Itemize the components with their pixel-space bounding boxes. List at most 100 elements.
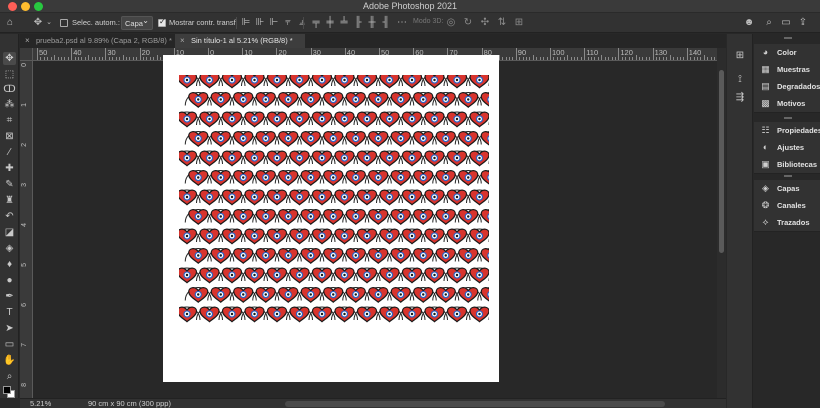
crop-tool-icon[interactable]: ⌗ — [3, 114, 16, 127]
pan-3d-icon[interactable]: ✣ — [479, 17, 491, 29]
heart-shape — [324, 327, 343, 342]
dodge-tool-icon[interactable]: ● — [3, 274, 16, 287]
distribute-vertical-icon[interactable]: ╪ — [324, 17, 336, 29]
eye-pupil — [467, 98, 470, 101]
panel-libraries[interactable]: ▣ Bibliotecas — [754, 156, 820, 173]
ruler-tick-label: 7 — [21, 343, 28, 347]
eye-pupil — [219, 176, 222, 179]
panel-swatches[interactable]: ▦ Muestras — [754, 61, 820, 78]
distribute-bottom-icon[interactable]: ╧ — [338, 17, 350, 29]
panel-gripper[interactable] — [784, 175, 792, 177]
panel-channels[interactable]: ❂ Canales — [754, 197, 820, 214]
hand-tool-icon[interactable]: ✋ — [3, 354, 16, 367]
panel-paths[interactable]: ⟡ Trazados — [754, 214, 820, 231]
eye-pupil — [208, 78, 211, 82]
zoom-tool-icon[interactable]: ⌕ — [3, 370, 16, 383]
panel-layers[interactable]: ◈ Capas — [754, 180, 820, 197]
paint-bucket-tool-icon[interactable]: ◈ — [3, 242, 16, 255]
ruler-tick — [710, 57, 712, 60]
profile-icon[interactable]: ☻ — [743, 17, 755, 29]
rectangle-tool-icon[interactable]: ▭ — [3, 338, 16, 351]
distribute-top-icon[interactable]: ╤ — [310, 17, 322, 29]
eye-pupil — [309, 137, 312, 140]
tab-prueba2[interactable]: × prueba2.psd al 9.89% (Capa 2, RGB/8) * — [20, 34, 175, 48]
heart-shape — [211, 327, 230, 342]
align-top-edges-icon[interactable]: ⫧ — [282, 17, 294, 29]
roll-3d-icon[interactable]: ↻ — [462, 17, 474, 29]
zoom-level[interactable]: 5.21% — [30, 399, 51, 408]
eye-ring — [465, 330, 471, 336]
eraser-tool-icon[interactable]: ◪ — [3, 226, 16, 239]
path-selection-tool-icon[interactable]: ➤ — [3, 322, 16, 335]
eyedropper-tool-icon[interactable]: ⁄ — [3, 146, 16, 159]
horizontal-scrollbar[interactable] — [285, 401, 665, 407]
close-tab-icon[interactable]: × — [25, 34, 30, 48]
slide-3d-icon[interactable]: ⇅ — [496, 17, 508, 29]
search-icon[interactable]: ⌕ — [763, 17, 775, 29]
foreground-color-swatch[interactable] — [3, 386, 11, 394]
workspace-icon[interactable]: ▭ — [780, 17, 792, 29]
auto-select-target-dropdown[interactable]: Capa — [121, 16, 153, 30]
chevron-down-icon[interactable]: ⌄ — [43, 17, 55, 29]
magic-wand-tool-icon[interactable]: ⁂ — [3, 98, 16, 111]
more-options-icon[interactable]: ⋯ — [396, 17, 408, 29]
panel-gripper[interactable] — [784, 117, 792, 119]
eye-pupil — [265, 332, 267, 334]
pen-tool-icon[interactable]: ✒ — [3, 290, 16, 303]
brush-tool-icon[interactable]: ✎ — [3, 178, 16, 191]
eye-pupil — [208, 117, 211, 121]
history-icon[interactable]: ⊞ — [734, 50, 746, 62]
eye-pupil — [399, 293, 402, 296]
move-tool-icon[interactable]: ✥ — [3, 52, 16, 65]
vertical-scrollbar[interactable] — [717, 48, 726, 398]
character-icon[interactable]: ⇶ — [734, 92, 746, 104]
distribute-horizontal-icon[interactable]: ╫ — [366, 17, 378, 29]
brush-settings-icon[interactable]: ⟟ — [734, 74, 746, 86]
eye-pupil — [185, 78, 189, 82]
panel-label: Motivos — [777, 99, 806, 108]
panel-properties[interactable]: ☷ Propiedades — [754, 122, 820, 139]
distribute-right-icon[interactable]: ╢ — [380, 17, 392, 29]
panel-adjustments[interactable]: ◐ Ajustes — [754, 139, 820, 156]
auto-select-checkbox[interactable] — [60, 19, 68, 27]
history-brush-tool-icon[interactable]: ↶ — [3, 210, 16, 223]
panel-patterns[interactable]: ▩ Motivos — [754, 95, 820, 112]
align-vertical-centers-icon[interactable]: ⫨ — [296, 17, 308, 29]
marquee-tool-icon[interactable]: ⬚ — [3, 68, 16, 81]
scale-3d-icon[interactable]: ⊞ — [513, 17, 525, 29]
eye-ring — [330, 330, 336, 336]
blur-tool-icon[interactable]: ♦ — [3, 258, 16, 271]
vertical-scroll-thumb[interactable] — [719, 70, 724, 253]
scallop-arc — [410, 327, 436, 340]
panel-label: Degradados — [777, 82, 820, 91]
ruler-tick — [91, 57, 93, 60]
align-horizontal-centers-icon[interactable]: ⊪ — [254, 17, 266, 29]
orbit-3d-icon[interactable]: ◎ — [445, 17, 457, 29]
share-icon[interactable]: ⇪ — [797, 17, 809, 29]
panel-color[interactable]: ◕ Color — [754, 44, 820, 61]
eye-pupil — [455, 312, 459, 316]
align-right-edges-icon[interactable]: ⊩ — [268, 17, 280, 29]
eye-pupil — [298, 234, 301, 238]
tab-sin-titulo[interactable]: × Sin título-1 al 5.21% (RGB/8) * — [175, 34, 305, 48]
clone-stamp-tool-icon[interactable]: ♜ — [3, 194, 16, 207]
panel-gradients[interactable]: ▤ Degradados — [754, 78, 820, 95]
heart-shape — [301, 327, 320, 342]
vertical-ruler[interactable]: 0 1 2 3 4 5 6 7 8 — [20, 61, 33, 398]
type-tool-icon[interactable]: T — [3, 306, 16, 319]
show-transform-checkbox[interactable] — [158, 17, 166, 27]
home-icon[interactable]: ⌂ — [4, 17, 16, 29]
canvas-area[interactable] — [34, 55, 717, 398]
heart-shape — [480, 287, 489, 302]
close-tab-icon[interactable]: × — [180, 34, 185, 48]
healing-brush-tool-icon[interactable]: ✚ — [3, 162, 16, 175]
document-info[interactable]: 90 cm x 90 cm (300 ppp) — [88, 399, 171, 408]
align-left-edges-icon[interactable]: ⊫ — [240, 17, 252, 29]
document-canvas[interactable] — [163, 55, 499, 382]
eye-pupil — [185, 273, 189, 277]
lasso-tool-icon[interactable]: ↀ — [3, 83, 16, 96]
ruler-origin[interactable] — [20, 48, 33, 61]
frame-tool-icon[interactable]: ⊠ — [3, 130, 16, 143]
distribute-left-icon[interactable]: ╟ — [352, 17, 364, 29]
panel-gripper[interactable] — [784, 37, 792, 39]
